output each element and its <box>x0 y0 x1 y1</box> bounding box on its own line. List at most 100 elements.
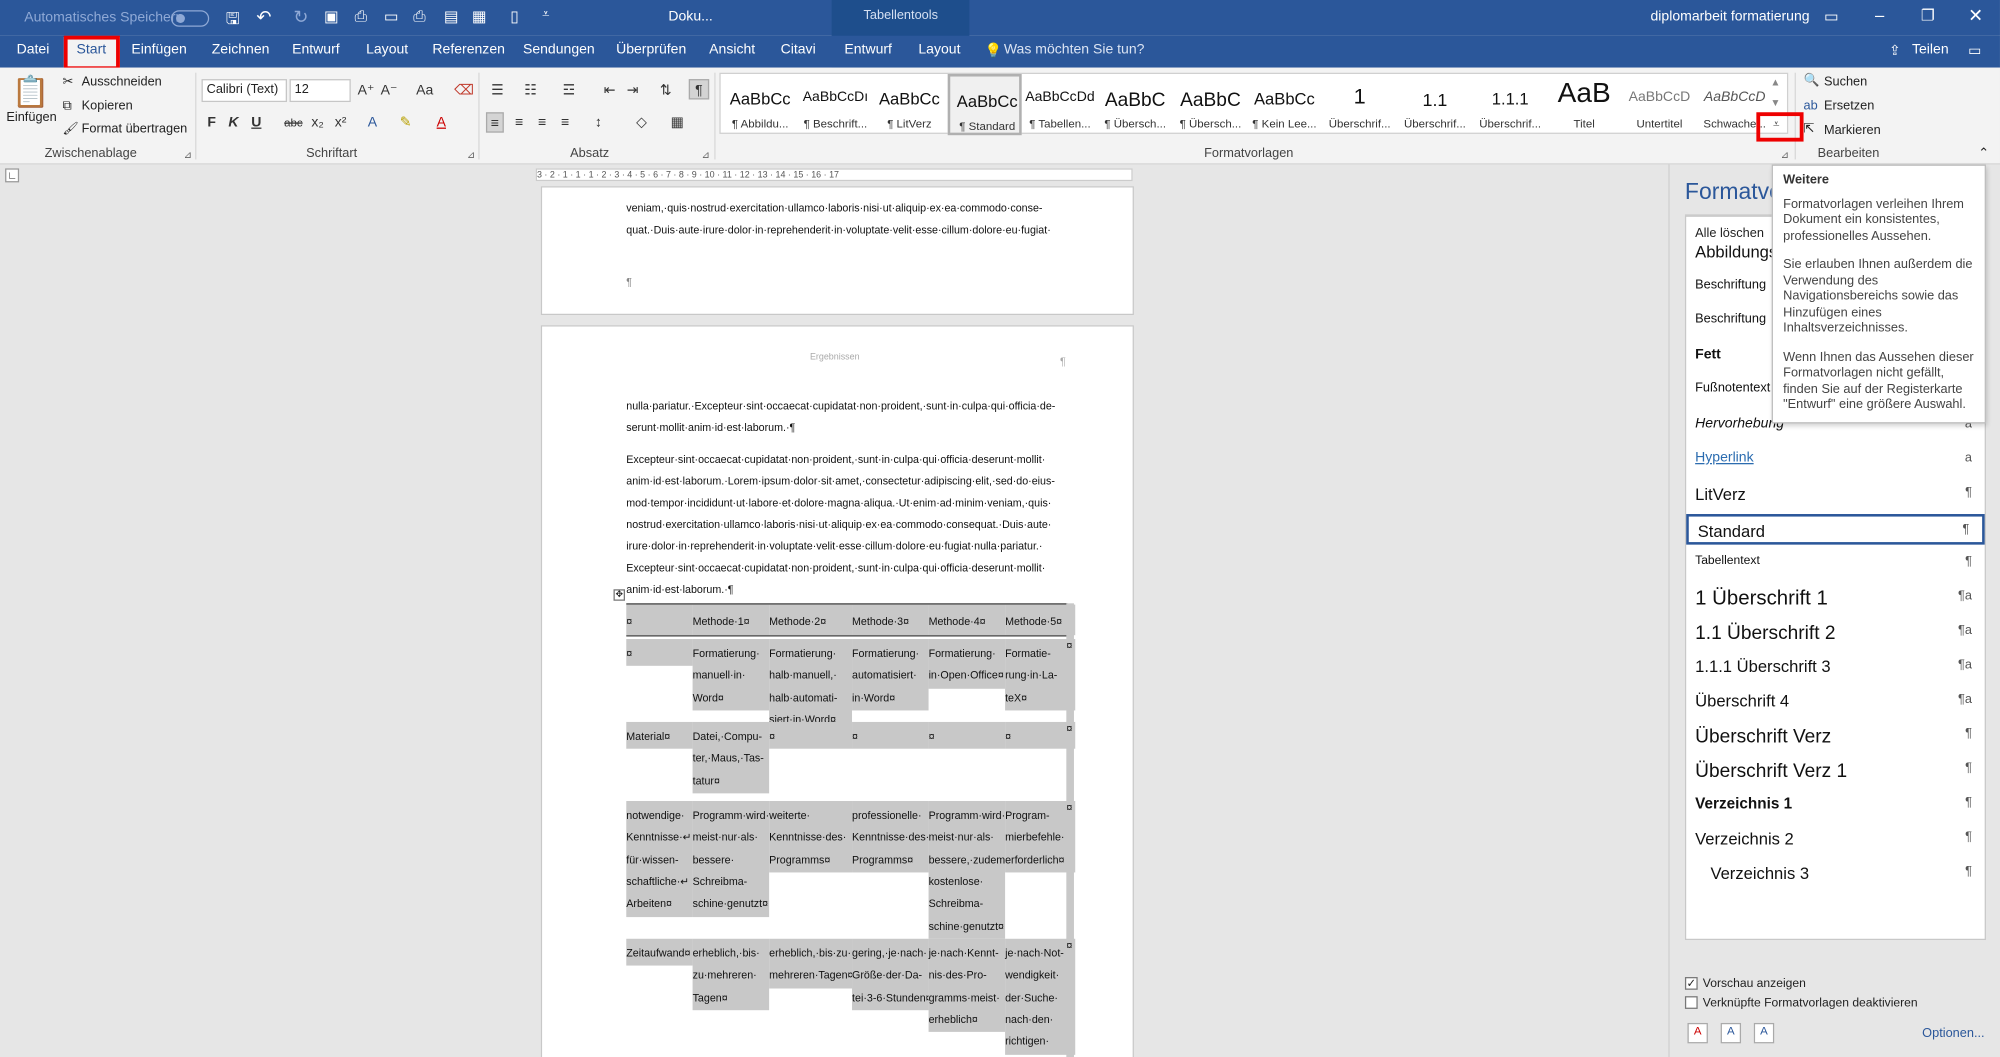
style-item[interactable]: 1 Überschrift 1 ¶a <box>1686 583 1984 614</box>
replace-icon[interactable]: ab <box>1804 99 1818 113</box>
ribbon-display-icon[interactable]: ▭ <box>1824 8 1838 26</box>
style-ueberschrift-1[interactable]: 1 Überschrif... <box>1323 74 1397 135</box>
style-item[interactable]: Hyperlink a <box>1686 445 1984 476</box>
print-preview-icon[interactable]: ⎙ <box>355 8 367 27</box>
multilevel-list-icon[interactable]: ☲ <box>560 80 578 100</box>
show-marks-button[interactable]: ¶ <box>688 79 710 100</box>
tab-stop-selector-icon[interactable]: ∟ <box>5 168 20 183</box>
format-painter-button[interactable]: Format übertragen <box>82 122 188 136</box>
table-move-handle-icon[interactable]: ✥ <box>613 589 625 601</box>
style-item[interactable]: Überschrift Verz ¶ <box>1686 721 1984 752</box>
ruler[interactable]: 3 · 2 · 1 · 1 · 1 · 2 · 3 · 4 · 5 · 6 · … <box>535 168 1133 182</box>
bold-button[interactable]: F <box>203 112 221 132</box>
tab-zeichnen[interactable]: Zeichnen <box>212 42 270 57</box>
clipboard-launcher-icon[interactable]: ⊿ <box>184 149 193 160</box>
style-item[interactable]: Verzeichnis 3 ¶ <box>1686 858 1984 889</box>
tab-ansicht[interactable]: Ansicht <box>709 42 755 57</box>
search-button[interactable]: Suchen <box>1824 75 1867 89</box>
font-name-combo[interactable]: Calibri (Text) <box>201 79 287 103</box>
style-item[interactable]: 1.1.1 Überschrift 3 ¶a <box>1686 652 1984 683</box>
style-titel[interactable]: AaB Titel <box>1547 74 1621 135</box>
line-spacing-icon[interactable]: ↕ <box>589 112 607 132</box>
decrease-indent-icon[interactable]: ⇤ <box>601 80 619 100</box>
grow-font-icon[interactable]: A⁺ <box>357 80 375 100</box>
customize-qat-icon[interactable]: ⩡ <box>542 8 549 22</box>
manage-styles-icon[interactable]: A <box>1753 1022 1775 1044</box>
select-button[interactable]: Markieren <box>1824 124 1881 138</box>
tab-table-layout[interactable]: Layout <box>918 42 960 57</box>
style-ueberschrift-b[interactable]: AaBbC ¶ Übersch... <box>1173 74 1247 135</box>
preview-checkbox[interactable]: ✓ <box>1684 977 1698 990</box>
shading-icon[interactable]: ◇ <box>633 112 651 132</box>
justify-icon[interactable]: ≡ <box>556 112 574 132</box>
paste-button[interactable]: Einfügen <box>6 111 56 125</box>
undo-icon[interactable]: ↶ <box>256 6 271 28</box>
align-left-icon[interactable]: ≡ <box>485 112 504 133</box>
underline-button[interactable]: U <box>247 112 265 132</box>
copy-icon[interactable]: ⧉ <box>62 99 71 113</box>
style-ueberschrift-a[interactable]: AaBbC ¶ Übersch... <box>1098 74 1172 135</box>
strikethrough-button[interactable]: abc <box>282 112 305 132</box>
increase-indent-icon[interactable]: ⇥ <box>624 80 642 100</box>
style-kein-leerraum[interactable]: AaBbCc ¶ Kein Lee... <box>1247 74 1321 135</box>
styles-launcher-icon[interactable]: ⊿ <box>1781 149 1790 160</box>
style-inspector-icon[interactable]: A <box>1720 1022 1742 1044</box>
subscript-button[interactable]: x₂ <box>309 112 327 132</box>
style-untertitel[interactable]: AaBbCcD Untertitel <box>1622 74 1696 135</box>
text-effects-icon[interactable]: A <box>364 112 382 132</box>
clear-format-icon[interactable]: ⌫ <box>454 80 474 100</box>
style-item[interactable]: LitVerz ¶ <box>1686 480 1984 511</box>
restore-icon[interactable]: ❐ <box>1921 6 1935 24</box>
style-item[interactable]: Verzeichnis 1 ¶ <box>1686 790 1984 821</box>
tab-entwurf[interactable]: Entwurf <box>292 42 340 57</box>
share-button[interactable]: Teilen <box>1912 42 1949 57</box>
style-litverz[interactable]: AaBbCc ¶ LitVerz <box>872 74 946 135</box>
style-standard[interactable]: AaBbCc ¶ Standard <box>947 73 1022 136</box>
style-ueberschrift-3[interactable]: 1.1.1 Überschrif... <box>1473 74 1547 135</box>
align-right-icon[interactable]: ≡ <box>533 112 551 132</box>
print-icon[interactable]: ⎙ <box>413 8 425 27</box>
tab-einfuegen[interactable]: Einfügen <box>131 42 186 57</box>
style-item[interactable]: 1.1 Überschrift 2 ¶a <box>1686 617 1984 648</box>
table-icon[interactable]: ▦ <box>472 8 486 26</box>
paste-icon[interactable]: 📋 <box>11 74 49 111</box>
format-painter-icon[interactable]: 🖌 <box>62 122 78 136</box>
style-ueberschrift-2[interactable]: 1.1 Überschrif... <box>1398 74 1472 135</box>
style-item[interactable]: Überschrift 4 ¶a <box>1686 686 1984 717</box>
style-item-selected[interactable]: Standard ¶ <box>1686 514 1985 545</box>
window-icon[interactable]: ▤ <box>444 8 458 26</box>
style-tabellentext[interactable]: AaBbCcDd ¶ Tabellen... <box>1023 74 1097 135</box>
new-doc-icon[interactable]: ▯ <box>510 8 518 26</box>
superscript-button[interactable]: x² <box>332 112 350 132</box>
font-launcher-icon[interactable]: ⊿ <box>467 149 476 160</box>
gallery-down-icon[interactable]: ▼ <box>1770 97 1780 108</box>
font-color-icon[interactable]: A <box>432 112 450 132</box>
font-size-combo[interactable]: 12 <box>289 79 351 103</box>
style-item[interactable]: Tabellentext ¶ <box>1686 548 1984 579</box>
select-icon[interactable]: ⇱ <box>1804 122 1815 136</box>
save-icon[interactable]: 🖫 <box>226 8 240 36</box>
align-center-icon[interactable]: ≡ <box>510 112 528 132</box>
style-beschriftung[interactable]: AaBbCcDı ¶ Beschrift... <box>798 74 872 135</box>
redo-icon[interactable]: ↻ <box>293 6 308 28</box>
style-item[interactable]: Überschrift Verz 1 ¶ <box>1686 755 1984 786</box>
sort-icon[interactable]: ⇅ <box>657 80 675 100</box>
open-icon[interactable]: ▭ <box>384 8 398 26</box>
new-style-icon[interactable]: A <box>1687 1022 1708 1044</box>
search-icon[interactable]: 🔍 <box>1804 74 1820 88</box>
replace-button[interactable]: Ersetzen <box>1824 99 1874 113</box>
minimize-icon[interactable]: – <box>1875 5 1884 24</box>
tab-referenzen[interactable]: Referenzen <box>432 42 505 57</box>
linked-styles-checkbox[interactable] <box>1684 996 1698 1009</box>
gallery-up-icon[interactable]: ▲ <box>1770 77 1780 88</box>
change-case-button[interactable]: Aa <box>411 80 439 100</box>
tab-layout[interactable]: Layout <box>366 42 408 57</box>
borders-icon[interactable]: ▦ <box>668 112 686 132</box>
tab-ueberpruefen[interactable]: Überprüfen <box>616 42 686 57</box>
tab-table-entwurf[interactable]: Entwurf <box>844 42 892 57</box>
autosave-toggle[interactable] <box>170 10 210 27</box>
comment-icon[interactable]: ▭ <box>1968 42 1981 58</box>
style-abbildung[interactable]: AaBbCc ¶ Abbildu... <box>723 74 797 135</box>
numbering-icon[interactable]: ☷ <box>522 80 540 100</box>
tab-citavi[interactable]: Citavi <box>781 42 816 57</box>
